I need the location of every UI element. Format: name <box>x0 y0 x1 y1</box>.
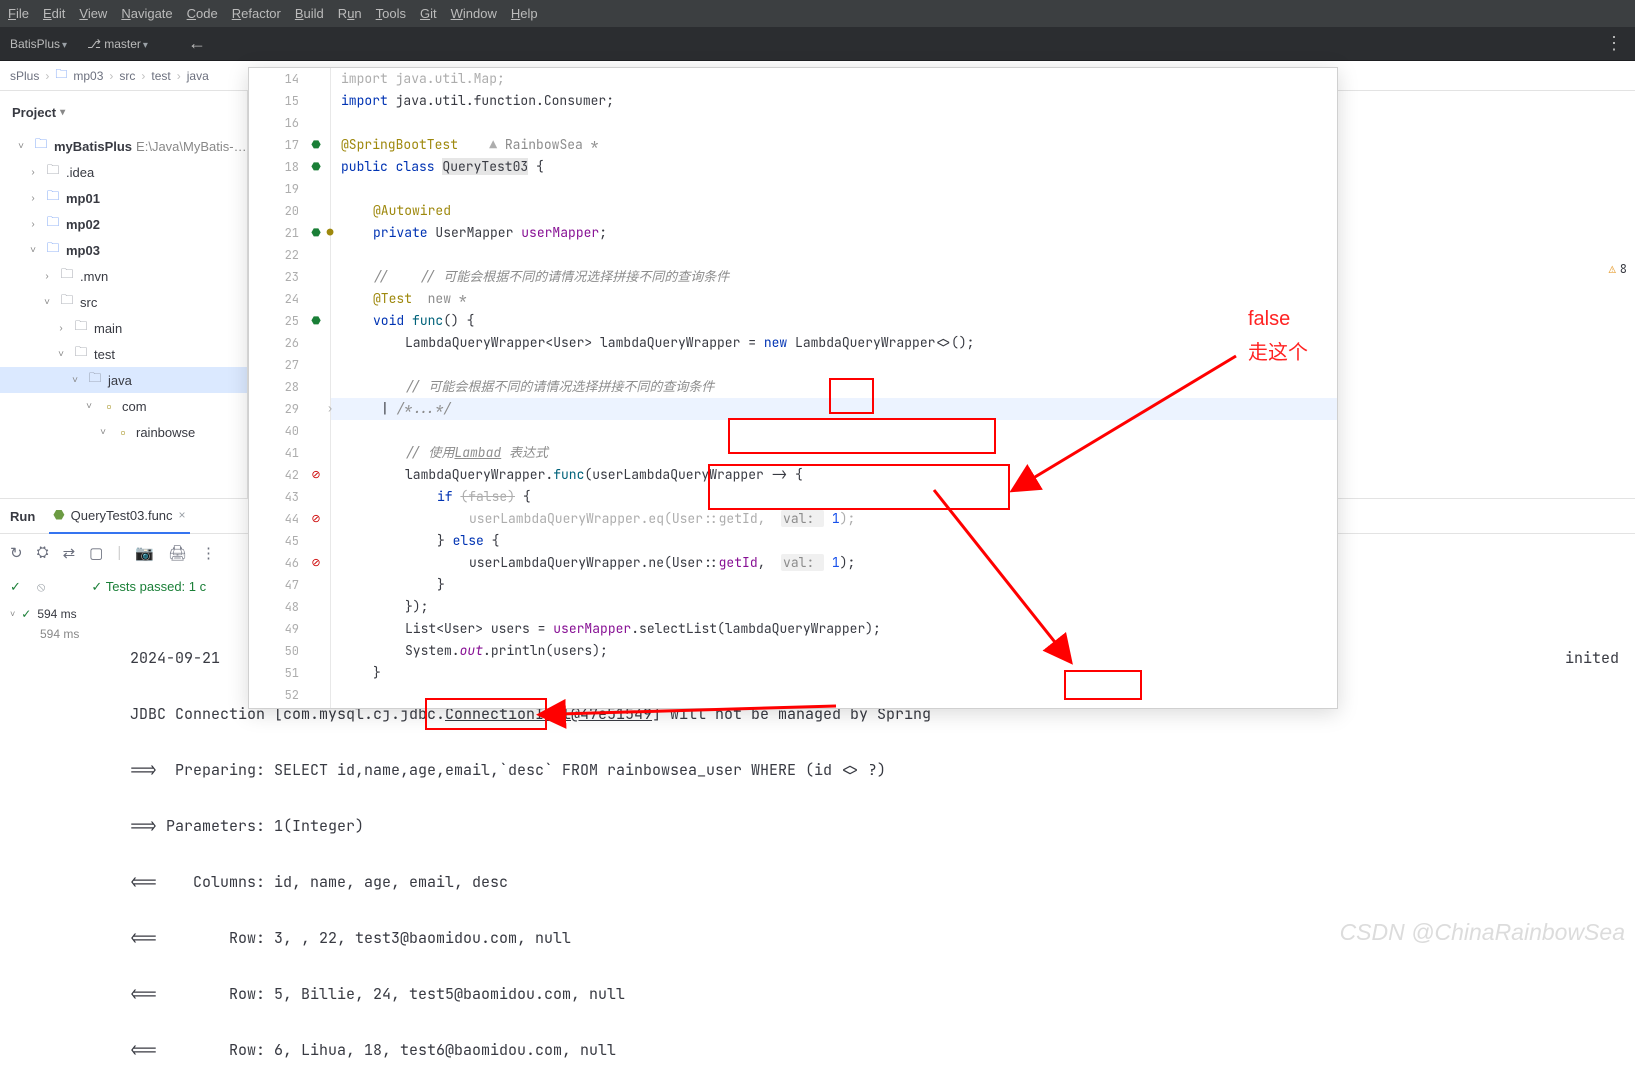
tree-src[interactable]: ˅src <box>0 289 247 315</box>
menu-view[interactable]: View <box>79 6 107 21</box>
menu-refactor[interactable]: Refactor <box>232 6 281 21</box>
rerun-icon[interactable]: ↻ <box>10 544 23 562</box>
camera-icon[interactable]: 📷 <box>135 544 154 562</box>
breadcrumb-item[interactable]: mp03 <box>73 69 103 83</box>
menu-code[interactable]: Code <box>187 6 218 21</box>
test-time: 594 ms <box>40 627 79 641</box>
swap-icon[interactable]: ⇄ <box>63 544 76 562</box>
close-icon[interactable]: × <box>179 508 186 522</box>
menu-edit[interactable]: Edit <box>43 6 65 21</box>
breadcrumb-item[interactable]: src <box>119 69 135 83</box>
run-tab[interactable]: ⬣QueryTest03.func× <box>49 499 189 534</box>
editor-popup[interactable]: /*populated below*/ 14import java.util.M… <box>248 67 1338 709</box>
chevron-down-icon[interactable]: ˅ <box>10 609 15 619</box>
project-sidebar: Project▾ ˅myBatisPlus E:\Java\MyBatis-… … <box>0 91 248 498</box>
tree-idea[interactable]: ›.idea <box>0 159 247 185</box>
menu-run[interactable]: Run <box>338 6 362 21</box>
menu-tools[interactable]: Tools <box>376 6 406 21</box>
tick-icon: ✓ <box>21 607 31 621</box>
tests-passed-label: Tests passed: 1 c <box>106 579 206 594</box>
tree-mp01[interactable]: ›mp01 <box>0 185 247 211</box>
test-node-name[interactable]: 594 ms <box>37 607 76 621</box>
lint-bar[interactable]: ⚠8 <box>1609 261 1627 277</box>
tree-test[interactable]: ˅test <box>0 341 247 367</box>
run-title: Run <box>10 509 35 524</box>
tree-root[interactable]: ˅myBatisPlus E:\Java\MyBatis-… <box>0 133 247 159</box>
content-area: Project▾ ˅myBatisPlus E:\Java\MyBatis-… … <box>0 91 1635 498</box>
tick-icon: ✓ <box>91 579 102 594</box>
tree-mvn[interactable]: ›.mvn <box>0 263 247 289</box>
breadcrumb-item[interactable]: sPlus <box>10 69 39 83</box>
breadcrumb-item[interactable]: test <box>151 69 170 83</box>
tick-icon: ✓ <box>10 579 21 595</box>
stop-icon[interactable]: ▢ <box>89 544 103 562</box>
tree-com[interactable]: ˅com <box>0 393 247 419</box>
menubar[interactable]: FiFilele Edit View Navigate Code Refacto… <box>0 0 1635 27</box>
kebab-menu[interactable]: ⋮ <box>1605 33 1625 54</box>
project-tree[interactable]: ˅myBatisPlus E:\Java\MyBatis-… ›.idea ›m… <box>0 133 247 498</box>
tree-rainbowse[interactable]: ˅rainbowse <box>0 419 247 445</box>
project-selector[interactable]: BatisPlus▾ <box>10 37 67 51</box>
gear-icon[interactable]: ⛭ <box>37 544 49 561</box>
branch-selector[interactable]: ⎇ master▾ <box>87 37 148 51</box>
more-icon[interactable]: ⋮ <box>201 544 216 562</box>
project-header[interactable]: Project▾ <box>0 91 247 133</box>
menu-window[interactable]: Window <box>451 6 497 21</box>
tree-mp03[interactable]: ˅mp03 <box>0 237 247 263</box>
toolbar: BatisPlus▾ ⎇ master▾ ← ⋮ <box>0 27 1635 61</box>
menu-help[interactable]: Help <box>511 6 538 21</box>
menu-navigate[interactable]: Navigate <box>121 6 172 21</box>
watermark: CSDN @ChinaRainbowSea <box>1340 919 1625 946</box>
warning-icon: ⚠ <box>1609 261 1616 277</box>
lint-count: 8 <box>1620 261 1627 277</box>
breadcrumb-item[interactable]: java <box>187 69 209 83</box>
tree-main[interactable]: ›main <box>0 315 247 341</box>
tree-mp02[interactable]: ›mp02 <box>0 211 247 237</box>
prohibit-icon: ⦸ <box>37 579 45 595</box>
menu-git[interactable]: Git <box>420 6 437 21</box>
menu-build[interactable]: Build <box>295 6 324 21</box>
editor[interactable]: ⚠8 /*populated below*/ 14import java.uti… <box>248 91 1635 498</box>
menu-file[interactable]: FiFilele <box>8 6 29 21</box>
back-button[interactable]: ← <box>188 33 206 54</box>
print-icon[interactable]: 🖨 <box>168 544 187 562</box>
tree-java[interactable]: ˅java <box>0 367 247 393</box>
